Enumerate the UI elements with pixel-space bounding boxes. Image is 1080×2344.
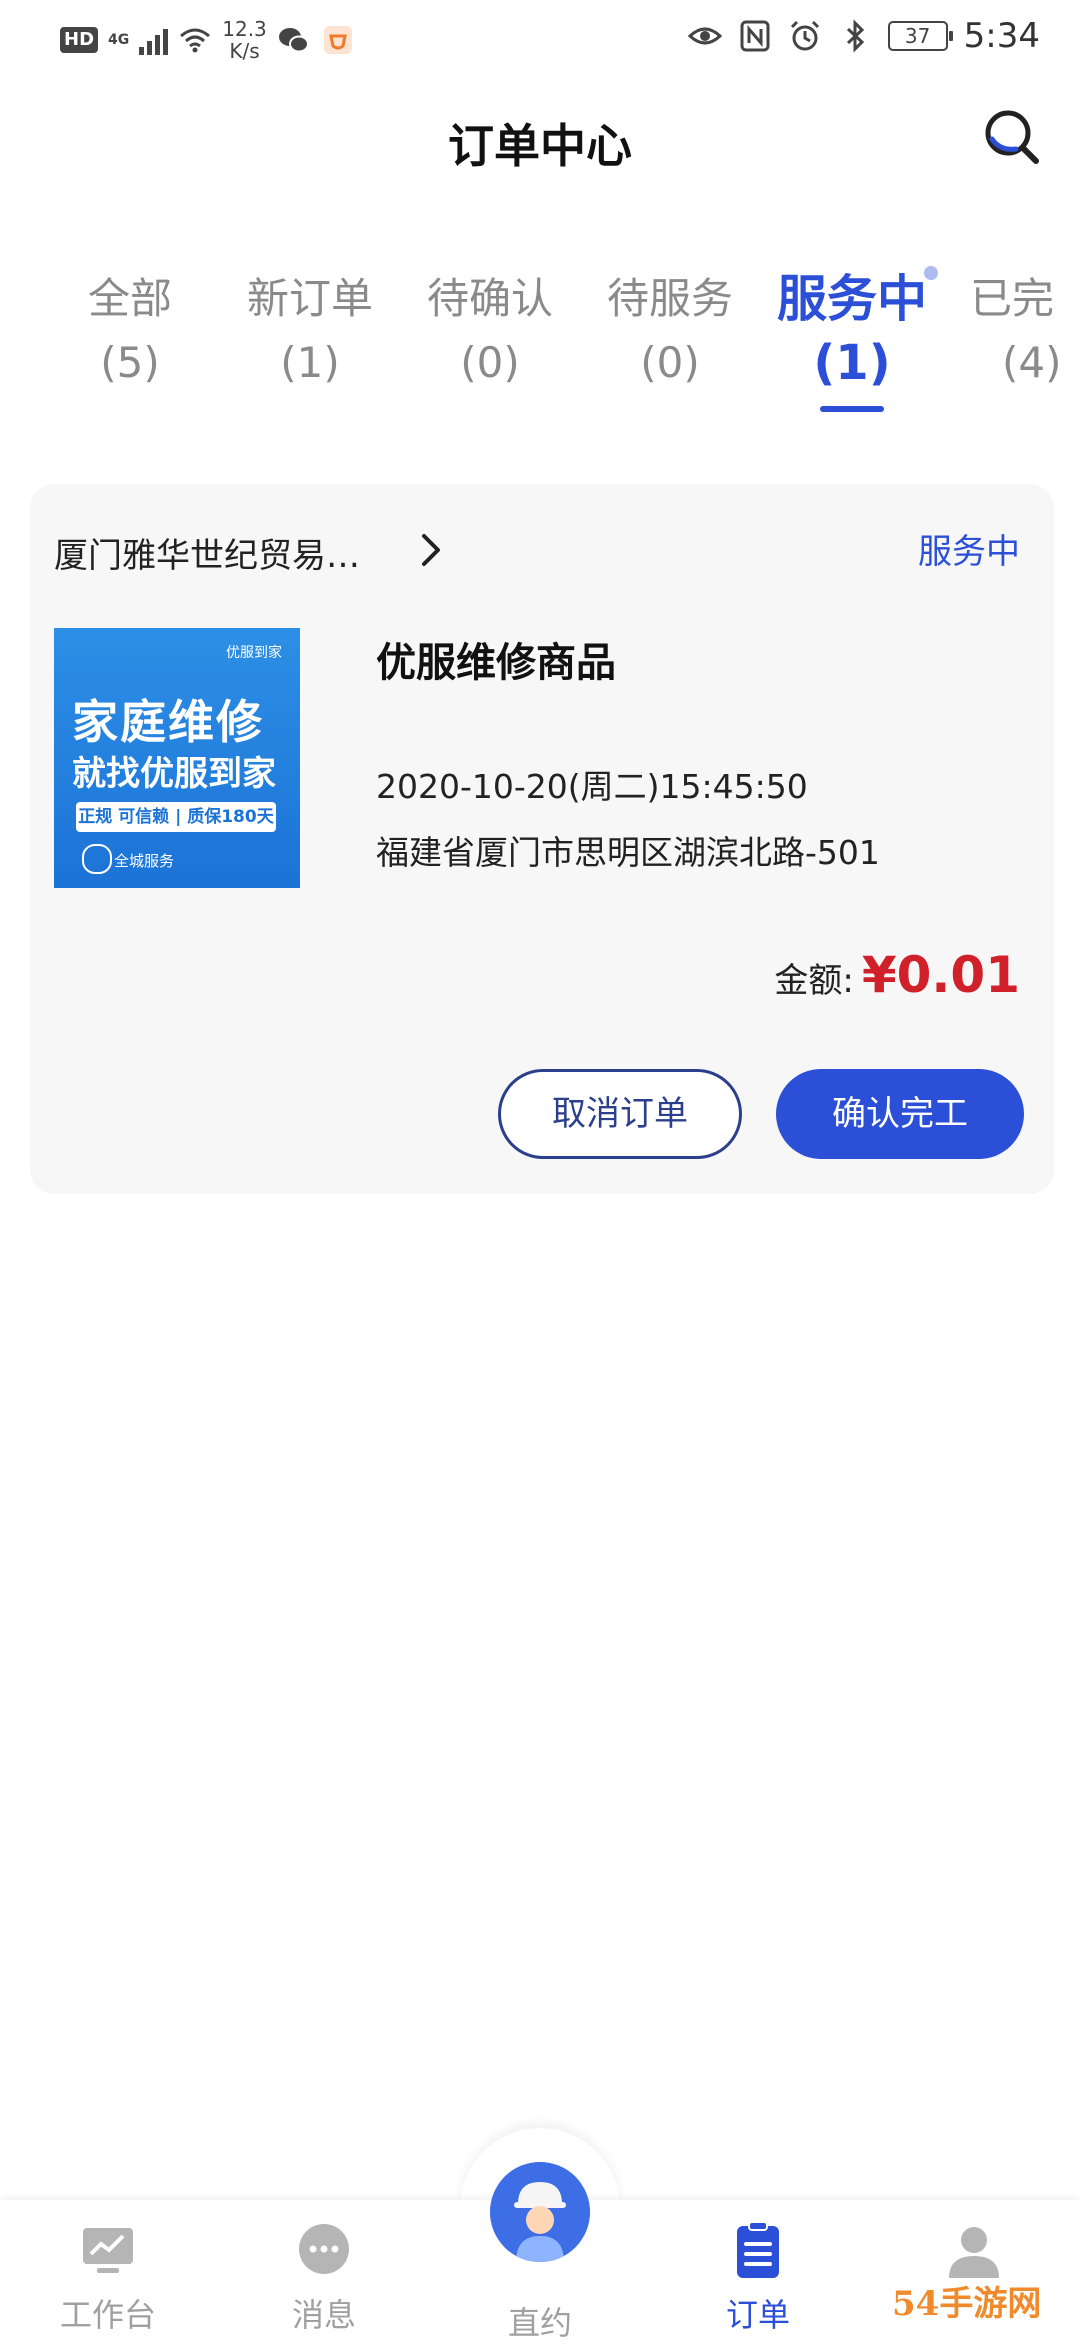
status-tabs: 全部 (5) 新订单 (1) 待确认 (0) 待服务 (0) 服务中 (1) 已…: [0, 270, 1080, 430]
tab-in-service[interactable]: 服务中 (1): [762, 270, 942, 398]
product-image-headline: 家庭维修: [72, 695, 264, 749]
nav-label: 工作台: [59, 2296, 156, 2334]
active-tab-indicator: [820, 406, 884, 412]
message-icon: [299, 2224, 349, 2274]
network-type: 4G: [108, 32, 130, 48]
net-speed-value: 12.3: [222, 17, 267, 41]
order-card[interactable]: 厦门雅华世纪贸易… 服务中 优服到家 家庭维修 就找优服到家 正规 可信赖 | …: [30, 484, 1054, 1194]
profile-icon: [949, 2227, 999, 2278]
status-left: HD 4G 12.3 K/s: [60, 18, 355, 62]
product-image-footer: 全城服务: [114, 852, 175, 870]
tab-count: (5): [100, 338, 160, 387]
order-address: 福建省厦门市思明区湖滨北路-501: [376, 833, 880, 872]
tab-pending-confirm[interactable]: 待确认 (0): [400, 270, 580, 398]
nav-workbench[interactable]: 工作台: [28, 2220, 188, 2336]
tab-all[interactable]: 全部 (5): [40, 270, 220, 398]
worker-avatar-icon[interactable]: [490, 2162, 590, 2262]
nav-orders[interactable]: 订单: [678, 2220, 838, 2336]
signal-icon: [139, 25, 169, 55]
battery-icon: 37: [887, 21, 953, 51]
watermark: 54手游网: [892, 2284, 1042, 2324]
wifi-icon: [180, 28, 211, 53]
net-speed: 12.3 K/s: [222, 18, 267, 62]
order-time: 2020-10-20(周二)15:45:50: [376, 767, 808, 806]
tab-label: 已完: [970, 274, 1055, 323]
nav-direct-booking-label[interactable]: 直约: [460, 2298, 620, 2344]
tab-pending-service[interactable]: 待服务 (0): [580, 270, 760, 398]
hd-badge: HD: [60, 27, 99, 53]
status-bar: HD 4G 12.3 K/s 37 5:34: [0, 0, 1080, 80]
net-speed-unit: K/s: [229, 39, 260, 63]
tab-count: (0): [460, 338, 520, 387]
amount-label: 金额:: [774, 961, 854, 1001]
search-icon[interactable]: [980, 105, 1044, 169]
wechat-icon: [278, 28, 309, 53]
tab-notification-dot: [924, 266, 938, 280]
tab-label: 服务中: [777, 270, 927, 328]
alarm-icon: [790, 20, 819, 51]
status-right: 37 5:34: [687, 16, 1040, 56]
order-list-icon: [737, 2221, 779, 2278]
shop-name[interactable]: 厦门雅华世纪贸易…: [54, 528, 360, 577]
order-amount: 金额: ¥0.01: [774, 946, 1020, 1004]
page-title: 订单中心: [448, 119, 632, 173]
workbench-icon: [83, 2228, 133, 2273]
eye-icon: [687, 27, 722, 45]
tab-count: (1): [813, 335, 891, 391]
tab-count: (4): [1002, 338, 1062, 387]
product-image-logo: 优服到家: [226, 645, 282, 661]
nav-label: 订单: [725, 2296, 790, 2334]
product-image-subline: 就找优服到家: [72, 754, 276, 794]
tab-completed[interactable]: 已完 (4): [940, 270, 1080, 398]
tab-count: (1): [280, 338, 340, 387]
tab-count: (0): [640, 338, 700, 387]
app-notification-icon: [323, 26, 352, 54]
confirm-complete-button[interactable]: 确认完工: [776, 1069, 1024, 1159]
amount-value: ¥0.01: [861, 946, 1020, 1004]
cancel-order-button[interactable]: 取消订单: [498, 1069, 742, 1159]
product-image[interactable]: 优服到家 家庭维修 就找优服到家 正规 可信赖 | 质保180天 全城服务: [54, 628, 300, 888]
chevron-right-icon[interactable]: [414, 528, 450, 572]
tab-label: 待确认: [426, 274, 553, 323]
tab-new-orders[interactable]: 新订单 (1): [220, 270, 400, 398]
order-status-badge: 服务中: [918, 532, 1020, 572]
product-name: 优服维修商品: [376, 640, 616, 686]
bluetooth-icon: [846, 19, 864, 53]
clock: 5:34: [963, 16, 1040, 56]
product-image-strip: 正规 可信赖 | 质保180天: [76, 802, 276, 832]
phone-icon: [82, 844, 112, 874]
tab-label: 待服务: [606, 274, 733, 323]
tab-label: 全部: [87, 274, 172, 323]
nfc-icon: [740, 20, 770, 52]
nav-messages[interactable]: 消息: [244, 2220, 404, 2336]
nav-label: 消息: [291, 2296, 356, 2334]
tab-label: 新订单: [246, 274, 373, 323]
